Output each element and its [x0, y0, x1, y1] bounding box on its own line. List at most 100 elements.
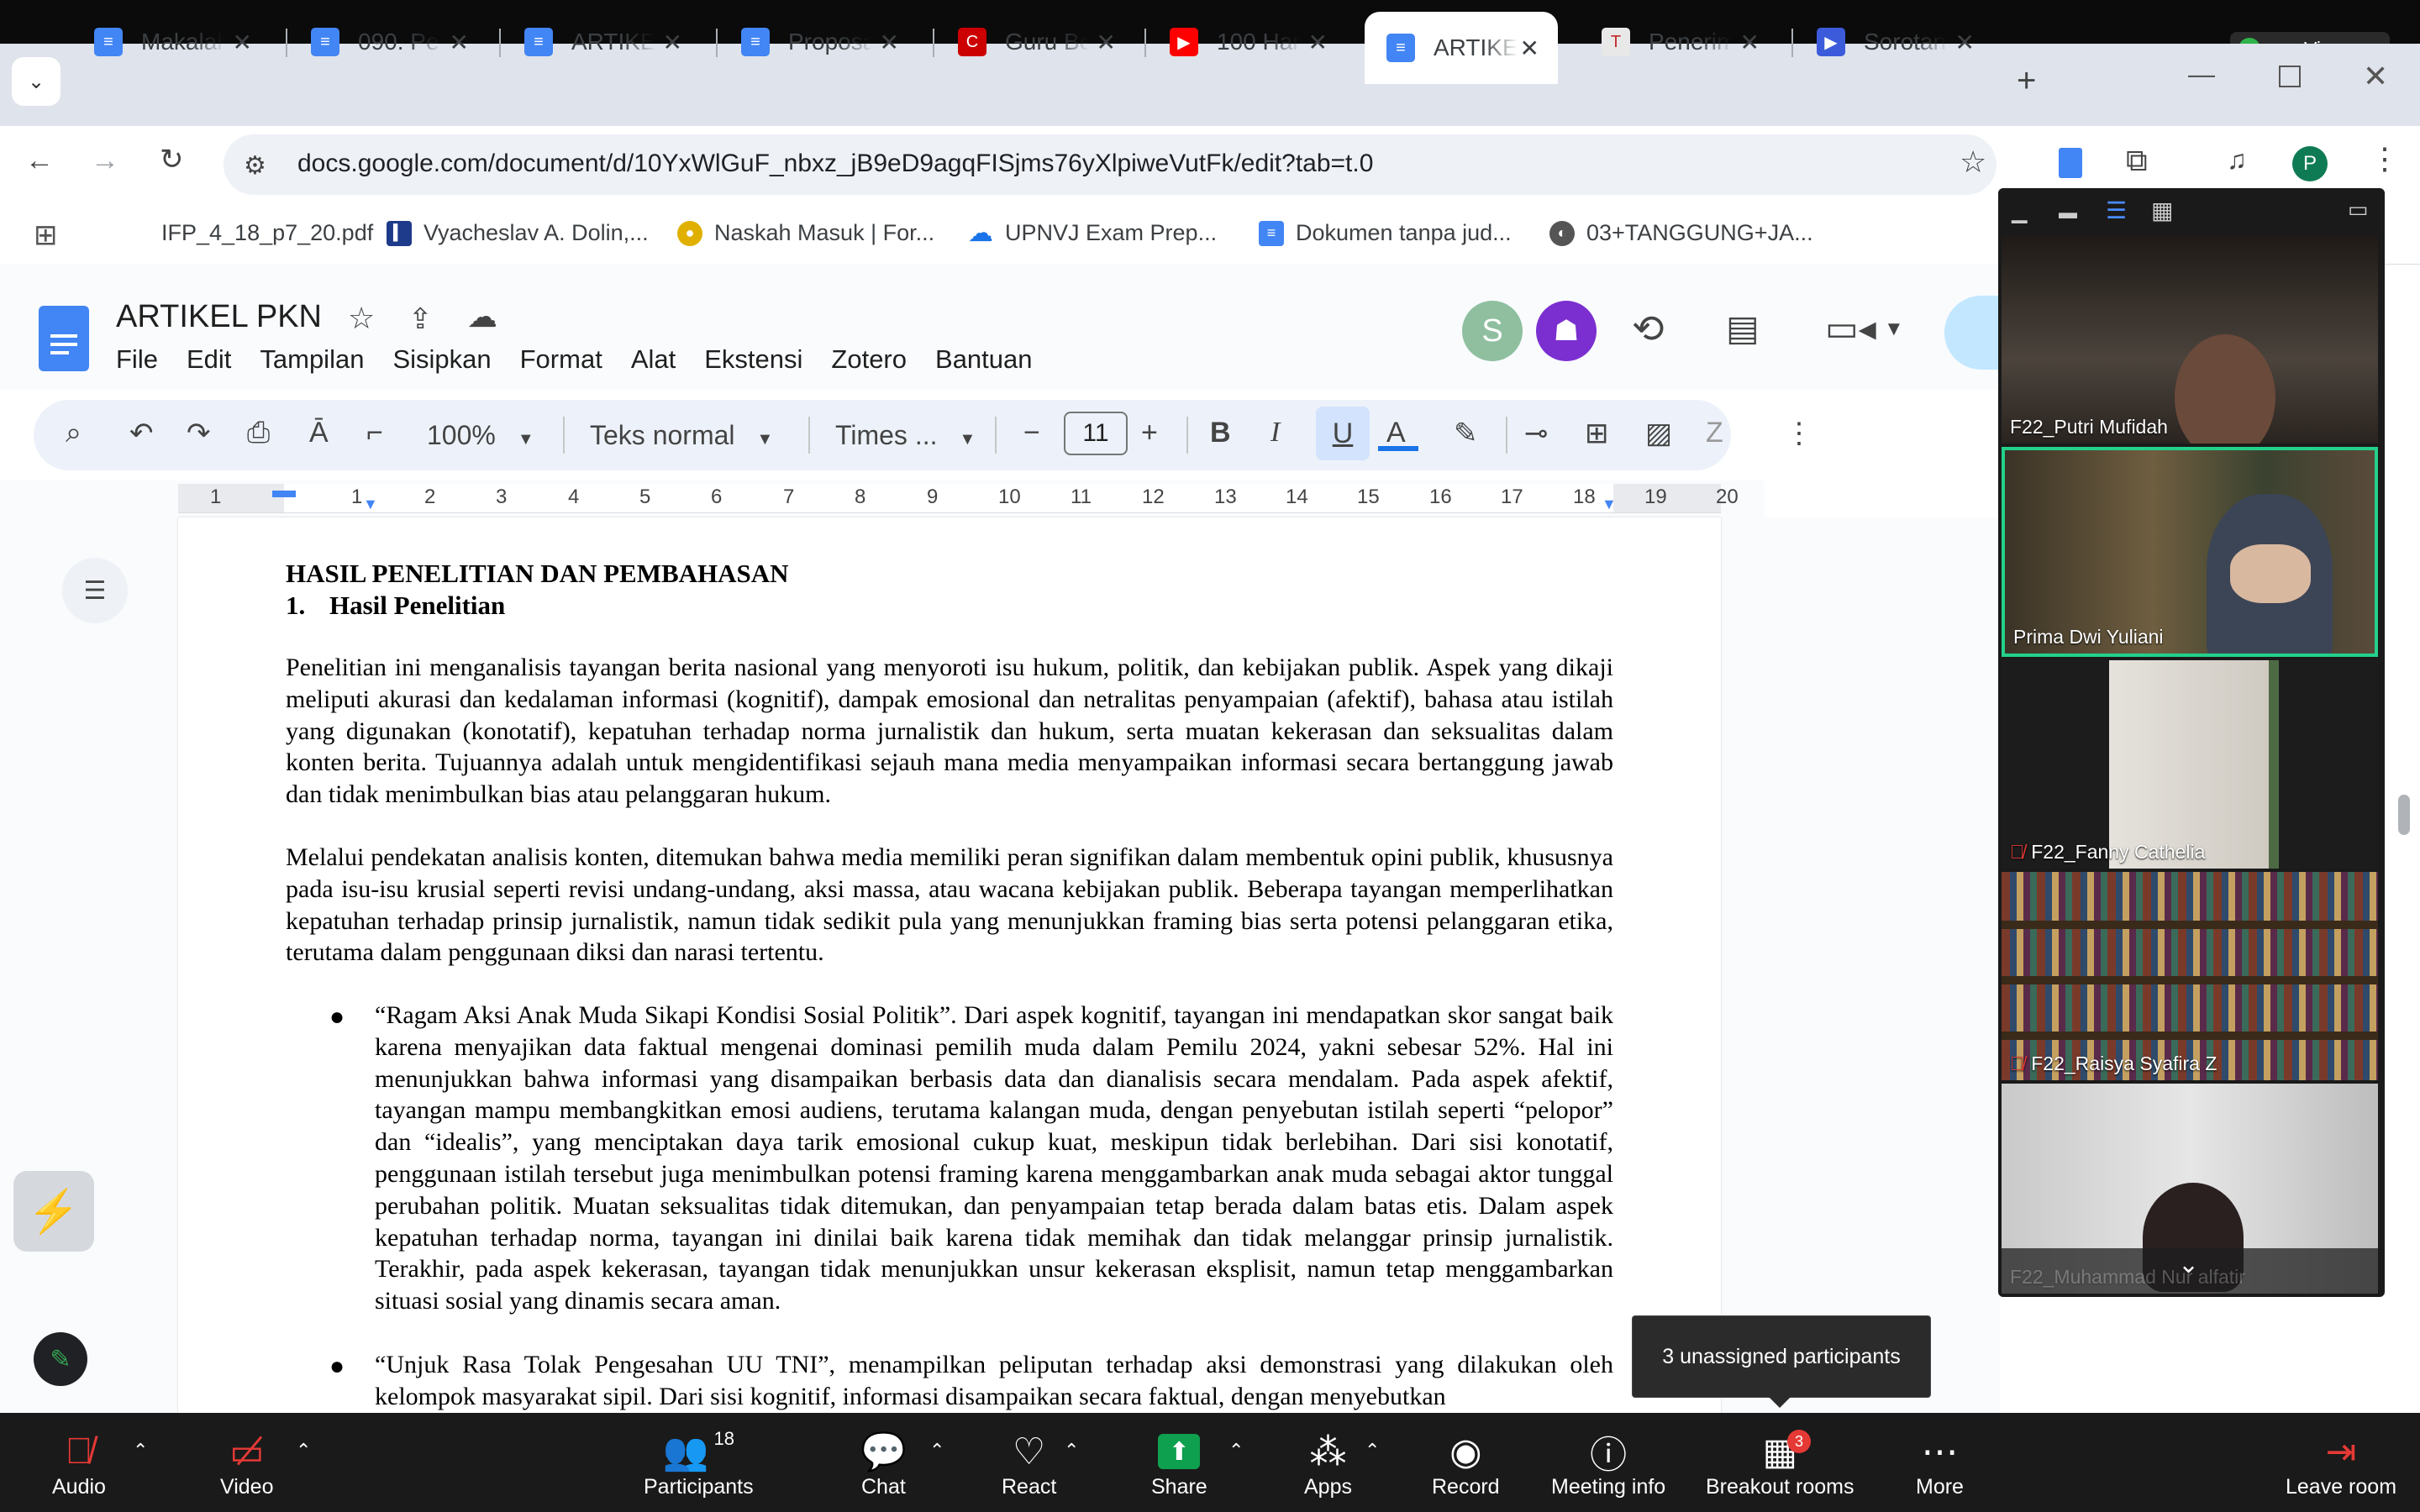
right-indent-marker[interactable]: ▼ — [1602, 496, 1617, 513]
tab-6[interactable]: ≡ ARTIKEL✕ — [1365, 12, 1558, 84]
minimize-button[interactable]: — — [2188, 59, 2215, 90]
close-icon[interactable]: ✕ — [1740, 29, 1760, 56]
chat-options-caret[interactable]: ⌃ — [929, 1440, 944, 1462]
audio-button[interactable]: 🎙̸ Audio — [52, 1428, 106, 1499]
participant-video[interactable]: F22_Putri Mufidah — [2002, 235, 2378, 444]
participant-video[interactable]: 🎙̸ F22_Fanny Cathelia — [2002, 660, 2378, 869]
extensions-icon[interactable]: ⧉ — [2126, 143, 2148, 179]
menu-item[interactable]: Edit — [187, 344, 231, 375]
menu-item[interactable]: Ekstensi — [704, 344, 802, 375]
browser-menu-icon[interactable]: ⋮ — [2370, 141, 2400, 176]
breakout-rooms-button[interactable]: ▦ 3 Breakout rooms — [1706, 1428, 1854, 1499]
media-control-icon[interactable]: ♫ — [2227, 144, 2247, 176]
close-icon[interactable]: ✕ — [233, 29, 252, 56]
menu-item[interactable]: Format — [520, 344, 602, 375]
close-window-button[interactable]: ✕ — [2363, 59, 2388, 94]
meeting-info-button[interactable]: ⓘ Meeting info — [1551, 1428, 1665, 1499]
apps-grid-icon[interactable]: ⊞ — [34, 218, 58, 252]
docs-logo-icon[interactable] — [39, 306, 89, 371]
share-button[interactable]: ⬆ Share — [1151, 1428, 1207, 1499]
participant-video[interactable]: 🎙̸ F22_Raisya Syafira Z — [2002, 872, 2378, 1080]
apps-options-caret[interactable]: ⌃ — [1365, 1440, 1380, 1462]
doc-scrollbar[interactable] — [2398, 795, 2410, 835]
chevron-down-icon[interactable]: ▼ — [1884, 318, 1904, 341]
bookmark-item[interactable]: ● Naskah Masuk | For... — [677, 220, 934, 246]
underline-icon[interactable]: U — [1316, 407, 1370, 460]
insert-link-icon[interactable]: ⊸ — [1524, 417, 1549, 450]
bookmark-item[interactable]: ▍ Vyacheslav A. Dolin,... — [387, 220, 649, 246]
decrease-font-size-icon[interactable]: − — [1023, 417, 1040, 449]
increase-font-size-icon[interactable]: + — [1141, 417, 1158, 449]
text-color-icon[interactable]: A — [1378, 417, 1418, 451]
bookmark-item[interactable]: IFP_4_18_p7_20.pdf — [161, 220, 373, 246]
highlight-icon[interactable]: ✎ — [1454, 417, 1478, 450]
speaker-view-icon[interactable]: ▬ — [2059, 202, 2077, 223]
close-icon[interactable]: ✕ — [1520, 34, 1539, 62]
tab-4[interactable]: C Guru Be ✕ — [936, 12, 1134, 72]
close-icon[interactable]: ✕ — [663, 29, 682, 56]
new-tab-button[interactable]: + — [2017, 62, 2036, 100]
audio-options-caret[interactable]: ⌃ — [133, 1440, 148, 1462]
participants-button[interactable]: 👥 18 Participants — [644, 1428, 754, 1499]
collaborator-avatar[interactable]: ☗ — [1536, 301, 1597, 361]
panel-popout-icon[interactable]: ▭ — [2348, 197, 2369, 223]
move-to-drive-icon[interactable]: ⇪ — [408, 302, 433, 336]
comments-icon[interactable]: ▤ — [1726, 307, 1760, 349]
participant-video[interactable]: ⌄ F22_Muhammad Nur alfatir — [2002, 1084, 2378, 1294]
menu-item[interactable]: Sisipkan — [392, 344, 491, 375]
document-title[interactable]: ARTIKEL PKN — [116, 299, 322, 335]
bookmark-item[interactable]: ≡ Dokumen tanpa jud... — [1259, 220, 1512, 246]
tab-1[interactable]: ≡ 090. Pe ✕ — [289, 12, 487, 72]
left-indent-marker[interactable]: ▼ — [363, 496, 378, 513]
zoom-select[interactable]: 100% ▼ — [427, 420, 534, 451]
video-options-caret[interactable]: ⌃ — [296, 1440, 311, 1462]
close-icon[interactable]: ✕ — [880, 29, 899, 56]
video-button[interactable]: ▭̸ Video — [220, 1428, 274, 1499]
reload-button[interactable]: ↻ — [160, 143, 184, 176]
more-options-icon[interactable]: ⋮ — [1785, 417, 1813, 450]
edit-mode-button[interactable]: ✎ — [34, 1332, 87, 1386]
leave-room-button[interactable]: ⇥ Leave room — [2286, 1428, 2396, 1499]
extension-s-icon[interactable]: S — [1462, 301, 1523, 361]
tab-3[interactable]: ≡ Proposal ✕ — [719, 12, 918, 72]
share-options-caret[interactable]: ⌃ — [1228, 1440, 1244, 1462]
paint-format-icon[interactable]: ⌐ — [366, 417, 383, 449]
meet-icon[interactable]: ▭◂ — [1825, 307, 1876, 349]
bookmark-star-icon[interactable]: ☆ — [1960, 144, 1986, 180]
participant-video-active[interactable]: Prima Dwi Yuliani — [2002, 447, 2378, 657]
profile-avatar[interactable]: P — [2292, 146, 2328, 181]
close-icon[interactable]: ✕ — [1097, 29, 1116, 56]
strip-view-icon[interactable]: ☰ — [2106, 197, 2127, 224]
tab-7[interactable]: T Penerim ✕ — [1580, 12, 1778, 72]
menu-item[interactable]: Tampilan — [260, 344, 364, 375]
react-button[interactable]: ♡ React — [1002, 1428, 1056, 1499]
version-history-icon[interactable]: ⟲ — [1632, 306, 1665, 351]
search-menus-icon[interactable]: ⌕ — [66, 417, 82, 449]
menu-item[interactable]: Zotero — [831, 344, 907, 375]
add-comment-icon[interactable]: ⊞ — [1585, 417, 1609, 450]
bold-icon[interactable]: B — [1210, 417, 1231, 449]
tab-2[interactable]: ≡ ARTIKEL ✕ — [502, 12, 701, 72]
restore-button[interactable] — [2279, 66, 2301, 87]
paragraph-style-select[interactable]: Teks normal ▼ — [590, 420, 773, 451]
menu-item[interactable]: File — [116, 344, 158, 375]
side-tool-button[interactable]: ⚡ — [13, 1171, 94, 1252]
undo-icon[interactable]: ↶ — [129, 417, 154, 450]
panel-minimize-icon[interactable]: ▁ — [2012, 200, 2027, 224]
gallery-view-icon[interactable]: ▦ — [2151, 197, 2173, 224]
close-icon[interactable]: ✕ — [1308, 29, 1328, 56]
star-icon[interactable]: ☆ — [348, 301, 375, 336]
apps-button[interactable]: ⁂ Apps — [1304, 1428, 1352, 1499]
outline-button[interactable]: ☰ — [62, 558, 128, 623]
italic-icon[interactable]: I — [1270, 417, 1280, 449]
docs-extension-icon[interactable] — [2059, 148, 2082, 178]
close-icon[interactable]: ✕ — [1955, 29, 1975, 56]
tab-search-button[interactable]: ⌄ — [12, 57, 60, 106]
back-button[interactable]: ← — [25, 144, 54, 177]
more-button[interactable]: ⋯ More — [1916, 1428, 1964, 1499]
indent-marker[interactable] — [272, 491, 296, 497]
react-options-caret[interactable]: ⌃ — [1064, 1440, 1079, 1462]
tab-8[interactable]: ▶ Sorotan ✕ — [1795, 12, 1993, 72]
print-icon[interactable]: ⎙ — [247, 417, 270, 449]
insert-image-icon[interactable]: ▨ — [1645, 417, 1672, 450]
